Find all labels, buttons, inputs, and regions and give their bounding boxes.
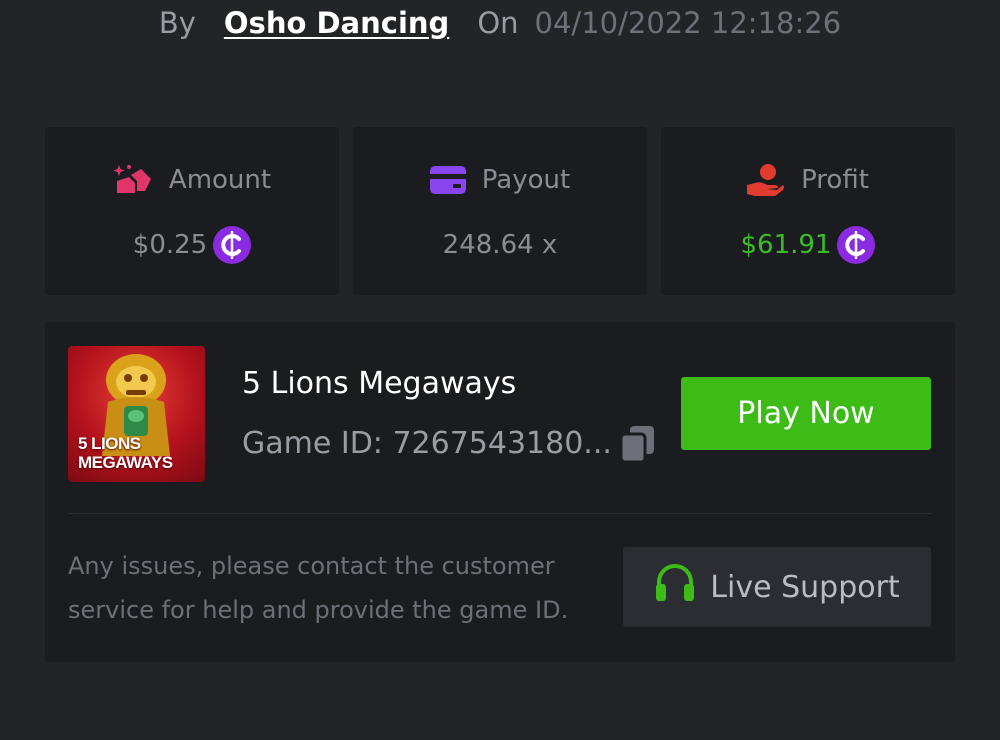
stat-amount-value-row: $0.25 <box>132 225 252 265</box>
stat-profit-head: Profit <box>747 163 869 197</box>
stat-amount-label: Amount <box>168 165 272 195</box>
stat-payout-head: Payout <box>429 163 571 197</box>
thumbnail-title-line1: 5 LIONS <box>78 434 141 453</box>
stat-payout-value-row: 248.64 x <box>443 225 558 265</box>
bet-stats: Amount $0.25 Payout 248.64 x Profit $61.… <box>45 127 955 295</box>
game-id: Game ID: 7267543180... <box>242 426 612 461</box>
help-text: Any issues, please contact the customer … <box>68 552 569 624</box>
stat-profit-value: $61.91 <box>740 230 832 260</box>
stat-profit-label: Profit <box>801 165 869 195</box>
credit-card-icon <box>429 166 466 194</box>
coin-icon <box>837 226 876 264</box>
stat-payout: Payout 248.64 x <box>353 127 647 295</box>
bet-datetime: 04/10/2022 12:18:26 <box>534 6 842 40</box>
stat-profit: Profit $61.91 <box>661 127 955 295</box>
username-link[interactable]: Osho Dancing <box>224 6 449 40</box>
stat-profit-value-row: $61.91 <box>741 225 876 265</box>
game-title: 5 Lions Megaways <box>242 366 517 401</box>
headset-icon <box>654 563 696 611</box>
live-support-label: Live Support <box>710 569 900 605</box>
hand-profit-icon <box>747 163 785 197</box>
divider <box>68 513 932 514</box>
stat-amount-value: $0.25 <box>132 230 208 260</box>
copy-icon[interactable] <box>618 424 658 464</box>
game-thumbnail[interactable]: 5 LIONS MEGAWAYS <box>68 346 205 482</box>
stat-amount: Amount $0.25 <box>45 127 339 295</box>
thumbnail-title: 5 LIONS MEGAWAYS <box>78 434 173 472</box>
stat-payout-value: 248.64 x <box>442 230 558 260</box>
thumbnail-title-line2: MEGAWAYS <box>78 453 173 472</box>
coin-icon <box>213 226 252 264</box>
game-card: 5 LIONS MEGAWAYS 5 Lions Megaways Game I… <box>45 322 955 662</box>
bet-byline: By Osho Dancing On 04/10/2022 12:18:26 <box>0 0 1000 46</box>
stat-payout-label: Payout <box>481 165 571 195</box>
live-support-button[interactable]: Live Support <box>623 547 931 627</box>
stat-amount-head: Amount <box>113 163 271 197</box>
on-label: On <box>477 6 519 40</box>
by-label: By <box>158 6 196 40</box>
amount-icon <box>113 163 153 197</box>
play-now-button[interactable]: Play Now <box>681 377 931 450</box>
